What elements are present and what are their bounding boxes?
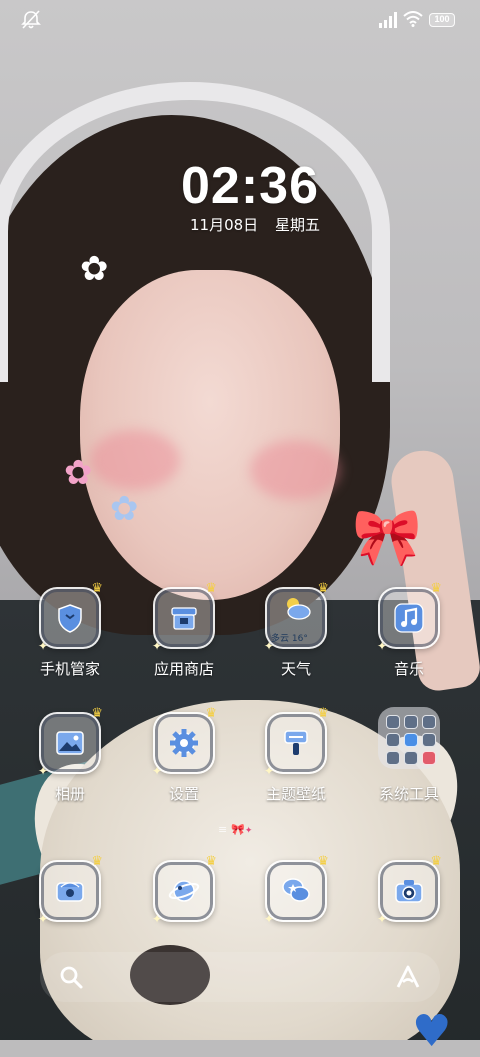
dock-phone[interactable]: ♛ ✦ — [15, 855, 125, 926]
app-label: 手机管家 — [39, 660, 100, 678]
app-label: 系统工具 — [378, 785, 439, 803]
crown-decoration-icon: ♛ — [430, 854, 442, 869]
hello-kitty-sticker: ✿ — [80, 249, 109, 289]
search-icon[interactable] — [58, 964, 84, 990]
crown-decoration-icon: ♛ — [317, 581, 329, 596]
page-indicator-bow-icon: 🎀 — [231, 823, 245, 836]
app-label: 音乐 — [393, 660, 424, 678]
sparkle-decoration-icon: ✦ — [38, 912, 49, 926]
crown-decoration-icon: ♛ — [430, 581, 442, 596]
sparkle-decoration-icon: ✦ — [377, 639, 388, 653]
weekday-text: 星期五 — [274, 216, 320, 234]
battery-indicator: 100 — [429, 13, 455, 27]
mini-app-icon — [404, 751, 418, 765]
app-gallery[interactable]: ♛ ✦ 相册 — [15, 707, 125, 804]
assistant-icon[interactable] — [394, 964, 422, 990]
music-icon: ♛ ✦ — [377, 582, 442, 653]
camera-icon: ♛ ✦ — [377, 855, 442, 926]
gallery-icon: ♛ ✦ — [38, 707, 103, 778]
crown-decoration-icon: ♛ — [317, 706, 329, 721]
folder-icon — [378, 707, 440, 769]
mini-app-icon — [422, 715, 436, 729]
mini-app-icon — [386, 733, 400, 747]
page-indicator[interactable]: ≡ 🎀✦ — [218, 823, 268, 837]
app-label: 相册 — [54, 785, 85, 803]
crown-decoration-icon: ♛ — [91, 706, 103, 721]
crown-decoration-icon: ♛ — [91, 854, 103, 869]
notifications-muted-icon — [21, 10, 41, 29]
sparkle-decoration-icon: ✦ — [152, 764, 163, 778]
gear-icon: ♛ ✦ — [152, 707, 217, 778]
mini-app-icon — [404, 715, 418, 729]
app-store[interactable]: ♛ ✦ 应用商店 — [129, 582, 239, 679]
app-label: 应用商店 — [153, 660, 214, 678]
shield-icon: ♛ ✦ — [38, 582, 103, 653]
wallpaper-cheek — [90, 430, 180, 490]
sparkle-decoration-icon: ✦ — [264, 764, 275, 778]
crown-decoration-icon: ♛ — [317, 854, 329, 869]
crown-decoration-icon: ♛ — [205, 854, 217, 869]
status-bar: 100 — [0, 0, 480, 40]
paintbrush-icon: ♛ ✦ — [264, 707, 329, 778]
wallpaper-cheek — [250, 440, 340, 500]
wifi-icon — [403, 11, 423, 27]
sparkle-decoration-icon: ✦ — [152, 912, 163, 926]
browser-planet-icon: ♛ ✦ — [152, 855, 217, 926]
app-label: 主题壁纸 — [265, 785, 326, 803]
clock-time[interactable]: 02:36 — [0, 156, 480, 216]
page-indicator-dash: ≡ — [218, 823, 228, 836]
app-phone-manager[interactable]: ♛ ✦ 手机管家 — [15, 582, 125, 679]
weather-condition-text: 多云 16° — [271, 634, 308, 644]
sparkle-decoration-icon: ✦ — [264, 912, 275, 926]
store-icon: ♛ ✦ — [152, 582, 217, 653]
crown-decoration-icon: ♛ — [91, 581, 103, 596]
mini-app-icon — [404, 733, 418, 747]
app-label: 天气 — [280, 660, 311, 678]
sparkle-decoration-icon: ✦ — [152, 639, 163, 653]
app-weather[interactable]: ♛ 多云 16° ✦ 天气 — [241, 582, 351, 679]
mini-app-icon — [422, 751, 436, 765]
pink-bow-sticker: 🎀 — [352, 505, 422, 570]
page-indicator-dot: ✦ — [244, 826, 253, 836]
app-folder-system-tools[interactable]: 系统工具 — [354, 707, 464, 804]
crown-decoration-icon: ♛ — [205, 581, 217, 596]
cellular-signal-icon — [379, 12, 397, 28]
dock-browser[interactable]: ♛ ✦ — [129, 855, 239, 926]
app-music[interactable]: ♛ ✦ 音乐 — [354, 582, 464, 679]
date-row[interactable]: 11月08日 星期五 — [0, 214, 480, 235]
dock-messages[interactable]: ♛ ✦ — [241, 855, 351, 926]
mini-app-icon — [386, 715, 400, 729]
hello-kitty-sticker: ✿ — [64, 453, 93, 493]
messages-icon: ♛ ✦ — [264, 855, 329, 926]
sparkle-decoration-icon: ✦ — [38, 639, 49, 653]
crown-decoration-icon: ♛ — [205, 706, 217, 721]
app-settings[interactable]: ♛ ✦ 设置 — [129, 707, 239, 804]
search-bar[interactable] — [40, 952, 440, 1002]
app-themes[interactable]: ♛ ✦ 主题壁纸 — [241, 707, 351, 804]
sparkle-decoration-icon: ✦ — [38, 764, 49, 778]
date-text: 11月08日 — [190, 216, 259, 234]
mini-app-icon — [422, 733, 436, 747]
phone-icon: ♛ ✦ — [38, 855, 103, 926]
heart-sticker: ♥ — [412, 1006, 452, 1057]
hello-kitty-sticker: ✿ — [110, 489, 139, 529]
weather-icon: ♛ 多云 16° ✦ — [264, 582, 329, 653]
app-label: 设置 — [168, 785, 199, 803]
sparkle-decoration-icon: ✦ — [264, 639, 275, 653]
dock-camera[interactable]: ♛ ✦ — [354, 855, 464, 926]
sparkle-decoration-icon: ✦ — [377, 912, 388, 926]
mini-app-icon — [386, 751, 400, 765]
